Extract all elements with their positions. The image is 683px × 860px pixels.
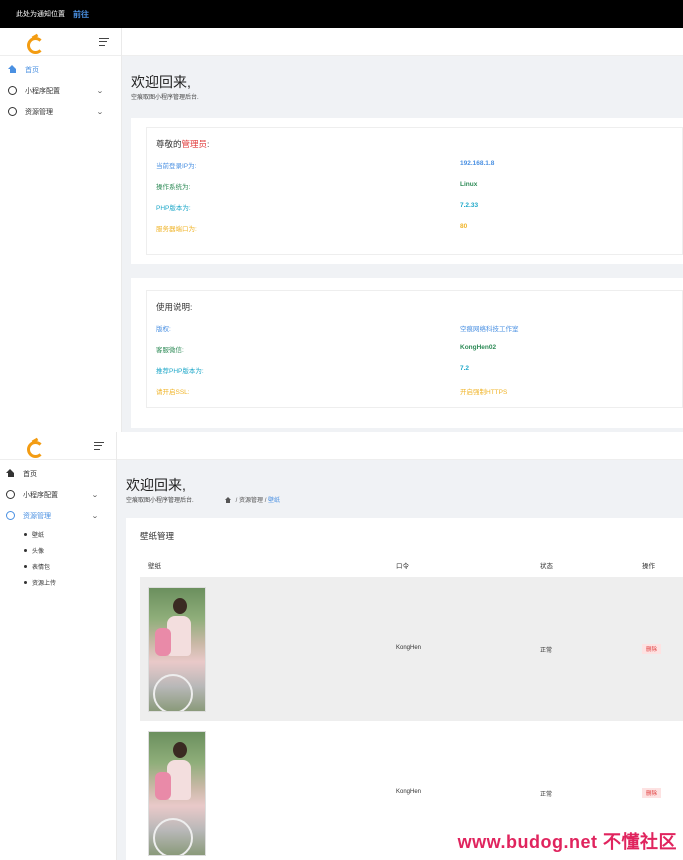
page-title: 欢迎回来, <box>126 477 186 493</box>
bullet-icon <box>24 548 27 552</box>
circle-icon <box>6 490 15 499</box>
chevron-down-icon: ⌄ <box>96 108 104 116</box>
chevron-up-icon: ⌄ <box>91 512 99 520</box>
page-title: 欢迎回来, <box>131 74 191 90</box>
status-cell: 正常 <box>540 792 553 798</box>
breadcrumb: / 资源管理 / 壁纸 <box>225 495 280 504</box>
circle-icon <box>8 86 17 95</box>
sidebar-top: 首页 小程序配置 ⌄ 资源管理 ⌄ <box>0 28 122 432</box>
page-subtitle: 空痕取图小程序管理后台. <box>126 498 194 504</box>
main-header-top <box>122 28 683 56</box>
chevron-down-icon: ⌄ <box>91 491 99 499</box>
info-value: 开启强制HTTPS <box>460 389 508 396</box>
admin-card-title: 尊敬的管理员: <box>156 139 210 149</box>
sidebar-item-resources[interactable]: 资源管理 ⌄ <box>0 101 121 122</box>
table-row: KongHen 正常 删除 <box>140 577 683 721</box>
sidebar-subitem-emoji[interactable]: 表情包 <box>0 558 116 574</box>
circle-icon <box>8 107 17 116</box>
info-label: 请开启SSL: <box>156 389 190 396</box>
bullet-icon <box>24 564 27 568</box>
sidebar-subitem-wallpaper[interactable]: 壁纸 <box>0 526 116 542</box>
main-header-bottom <box>117 432 683 460</box>
sidebar-item-label: 小程序配置 <box>25 87 60 95</box>
breadcrumb-current: 壁纸 <box>268 498 281 504</box>
sidebar-item-miniapp-config[interactable]: 小程序配置 ⌄ <box>0 80 121 101</box>
info-value: 192.168.1.8 <box>460 160 495 167</box>
sidebar-subitem-upload[interactable]: 资源上传 <box>0 574 116 590</box>
admin-info-inner: 尊敬的管理员: 当前登录IP为: 192.168.1.8 操作系统为: Linu… <box>146 127 683 255</box>
wallpaper-thumbnail[interactable] <box>148 731 206 856</box>
menu-toggle-icon[interactable] <box>94 441 104 450</box>
notification-text: 此处为通知位置 <box>16 11 65 18</box>
column-header-action: 操作 <box>642 563 655 570</box>
bullet-icon <box>24 532 27 536</box>
info-value: 7.2.33 <box>460 202 479 209</box>
sidebar-bottom: 首页 小程序配置 ⌄ 资源管理 ⌄ 壁纸 头像 表情包 资源上传 <box>0 432 117 860</box>
page-subtitle: 空痕取图小程序管理后台. <box>131 95 199 101</box>
status-cell: 正常 <box>540 648 553 654</box>
logo-icon[interactable] <box>26 439 44 458</box>
sidebar-header <box>0 28 121 56</box>
sidebar-item-label: 首页 <box>25 66 39 74</box>
breadcrumb-section[interactable]: 资源管理 <box>239 498 263 504</box>
info-label: 推荐PHP版本为: <box>156 368 204 375</box>
info-label: PHP版本为: <box>156 205 191 212</box>
sidebar-item-label: 首页 <box>23 470 37 478</box>
sidebar-item-label: 资源管理 <box>25 108 53 116</box>
info-value: 空痕网络科技工作室 <box>460 326 519 333</box>
info-label: 服务器端口为: <box>156 226 197 233</box>
code-cell: KongHen <box>396 645 422 651</box>
sidebar-item-label: 资源管理 <box>23 512 51 520</box>
logo-icon[interactable] <box>26 35 44 54</box>
delete-button[interactable]: 删除 <box>642 788 662 798</box>
watermark: www.budog.net 不懂社区 <box>457 832 677 852</box>
usage-card-title: 使用说明: <box>156 302 193 312</box>
sidebar-header <box>0 432 116 460</box>
chevron-down-icon: ⌄ <box>96 87 104 95</box>
info-value: KongHen02 <box>460 344 497 351</box>
sidebar-item-resources[interactable]: 资源管理 ⌄ <box>0 505 116 526</box>
home-icon <box>8 65 17 74</box>
info-label: 当前登录IP为: <box>156 163 197 170</box>
home-icon[interactable] <box>225 497 231 503</box>
notification-bar: 此处为通知位置 前往 <box>0 0 683 28</box>
info-value: 80 <box>460 223 468 230</box>
info-value: Linux <box>460 181 478 188</box>
sidebar-item-home[interactable]: 首页 <box>0 59 121 80</box>
sidebar-item-miniapp-config[interactable]: 小程序配置 ⌄ <box>0 484 116 505</box>
sidebar-item-label: 小程序配置 <box>23 491 58 499</box>
sidebar-item-home[interactable]: 首页 <box>0 463 116 484</box>
column-header-code: 口令 <box>396 563 409 570</box>
home-icon <box>6 469 15 478</box>
code-cell: KongHen <box>396 789 422 795</box>
wallpaper-thumbnail[interactable] <box>148 587 206 712</box>
notification-go-link[interactable]: 前往 <box>73 9 89 20</box>
column-header-wallpaper: 壁纸 <box>148 563 161 570</box>
usage-info-card: 使用说明: 版权: 空痕网络科技工作室 客服微信: KongHen02 推荐PH… <box>131 278 683 428</box>
sidebar-subitem-avatar[interactable]: 头像 <box>0 542 116 558</box>
usage-info-inner: 使用说明: 版权: 空痕网络科技工作室 客服微信: KongHen02 推荐PH… <box>146 290 683 408</box>
info-value: 7.2 <box>460 365 470 372</box>
column-header-status: 状态 <box>540 563 553 570</box>
wallpaper-card-title: 壁纸管理 <box>140 531 175 541</box>
menu-toggle-icon[interactable] <box>99 37 109 46</box>
delete-button[interactable]: 删除 <box>642 644 662 654</box>
info-label: 版权: <box>156 326 171 333</box>
info-label: 操作系统为: <box>156 184 191 191</box>
circle-icon <box>6 511 15 520</box>
bullet-icon <box>24 580 27 584</box>
admin-info-card: 尊敬的管理员: 当前登录IP为: 192.168.1.8 操作系统为: Linu… <box>131 118 683 264</box>
info-label: 客服微信: <box>156 347 184 354</box>
